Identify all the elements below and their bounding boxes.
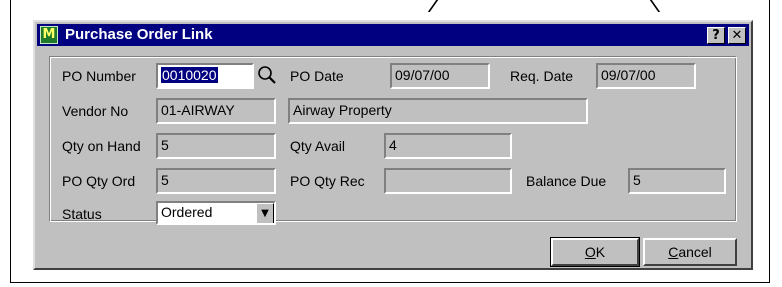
vendor-no-field: 01-AIRWAY [156,98,276,124]
po-number-value: 0010020 [161,67,218,83]
magnifier-icon[interactable] [256,63,278,87]
req-date-field: 09/07/00 [596,63,696,89]
ok-label: K [595,244,606,260]
po-number-label: PO Number [62,68,136,84]
status-select[interactable]: Ordered ▼ [156,201,276,225]
close-button[interactable]: ✕ [728,27,746,44]
vendor-name-field: Airway Property [288,98,588,124]
po-qty-ord-field: 5 [156,168,276,194]
qty-avail-field: 4 [384,133,512,159]
ok-button[interactable]: OK [550,237,640,267]
po-number-input[interactable]: 0010020 [156,63,254,89]
app-icon[interactable]: M [40,26,58,44]
chevron-down-icon[interactable]: ▼ [256,203,274,223]
po-date-field: 09/07/00 [390,63,490,89]
vendor-no-label: Vendor No [62,103,129,119]
balance-due-label: Balance Due [526,173,607,189]
po-qty-rec-field [384,168,512,194]
po-date-label: PO Date [290,68,344,84]
req-date-label: Req. Date [510,68,574,84]
cancel-label: ancel [678,244,712,260]
status-value: Ordered [161,204,213,220]
help-button[interactable]: ? [707,27,725,44]
title-bar[interactable]: M Purchase Order Link ? ✕ [37,24,749,46]
window-title: Purchase Order Link [65,26,213,43]
po-qty-ord-label: PO Qty Ord [62,173,136,189]
details-group: PO Number 0010020 PO Date 09/07/00 Req. … [49,56,737,225]
qty-on-hand-field: 5 [156,133,276,159]
purchase-order-link-dialog: M Purchase Order Link ? ✕ PO Number 0010… [33,20,753,270]
qty-on-hand-label: Qty on Hand [62,138,141,154]
qty-avail-label: Qty Avail [290,138,345,154]
cancel-button[interactable]: Cancel [643,238,737,266]
ok-accel: O [584,244,596,260]
balance-due-field: 5 [628,168,726,194]
cancel-accel: C [668,244,679,260]
status-label: Status [62,206,102,222]
po-qty-rec-label: PO Qty Rec [290,173,365,189]
